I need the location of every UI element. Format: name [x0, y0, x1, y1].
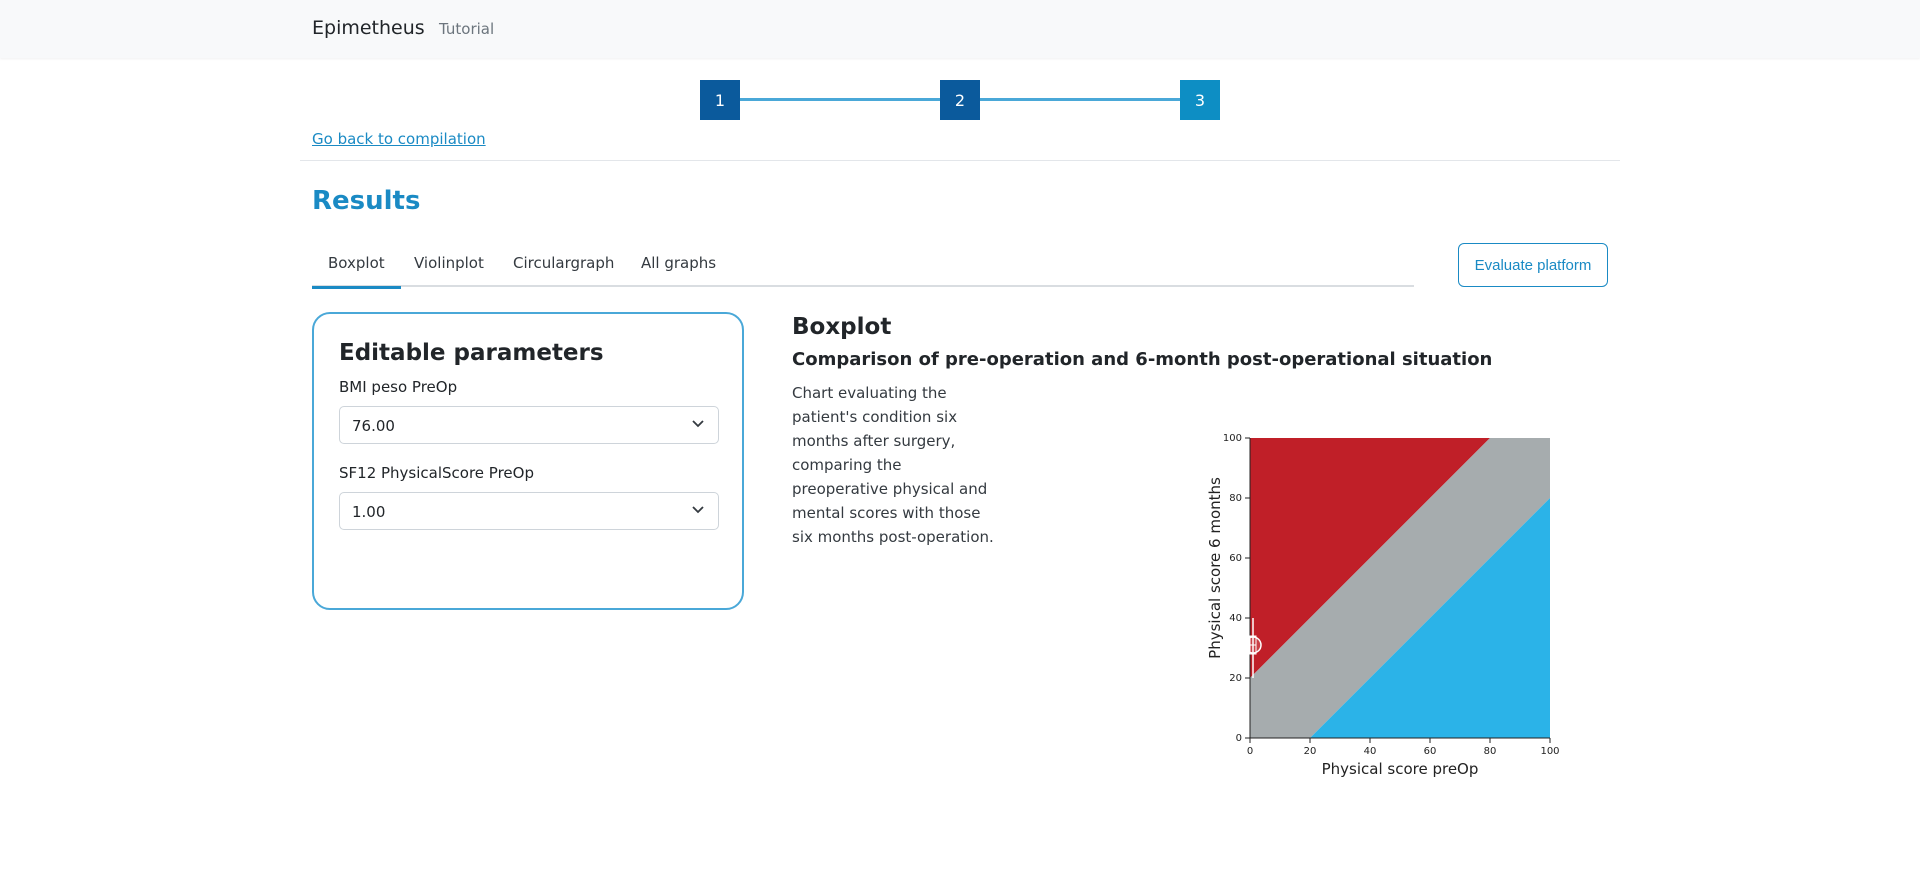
y-tick-label: 0 — [1236, 733, 1242, 744]
bmi-select[interactable]: 76.00 — [339, 406, 719, 444]
chart-subtitle: Comparison of pre-operation and 6-month … — [792, 349, 1493, 370]
x-tick-label: 20 — [1304, 746, 1317, 757]
y-tick-label: 80 — [1229, 493, 1242, 504]
chevron-down-icon — [692, 506, 704, 514]
x-tick-label: 0 — [1247, 746, 1253, 757]
x-tick-label: 40 — [1364, 746, 1377, 757]
tab-label: Circulargraph — [513, 254, 615, 272]
y-axis-label: Physical score 6 months — [1206, 477, 1224, 659]
navbar: Epimetheus Tutorial — [0, 0, 1920, 58]
x-tick-label: 60 — [1424, 746, 1437, 757]
chart-title: Boxplot — [792, 314, 892, 340]
bmi-label: BMI peso PreOp — [339, 378, 458, 396]
sf12-label: SF12 PhysicalScore PreOp — [339, 464, 534, 482]
sf12-value: 1.00 — [352, 503, 386, 521]
x-tick-label: 100 — [1540, 746, 1559, 757]
tab-all-graphs[interactable]: All graphs — [641, 254, 716, 287]
step-2[interactable]: 2 — [940, 80, 980, 120]
divider — [300, 160, 1620, 161]
tab-bar: Boxplot Violinplot Circulargraph All gra… — [312, 254, 1414, 289]
step-1[interactable]: 1 — [700, 80, 740, 120]
brand-logo[interactable]: Epimetheus — [312, 17, 425, 39]
tab-label: All graphs — [641, 254, 717, 272]
chart-description: Chart evaluating the patient's condition… — [792, 384, 994, 546]
editable-parameters-card: Editable parameters BMI peso PreOp 76.00… — [312, 312, 744, 610]
bmi-value: 76.00 — [352, 417, 395, 435]
page-title: Results — [312, 186, 421, 216]
params-title: Editable parameters — [339, 340, 604, 366]
y-tick-label: 40 — [1229, 613, 1242, 624]
y-tick-label: 20 — [1229, 673, 1242, 684]
tab-label: Violinplot — [414, 254, 484, 272]
sf12-select[interactable]: 1.00 — [339, 492, 719, 530]
evaluate-platform-button[interactable]: Evaluate platform — [1458, 243, 1608, 287]
chevron-down-icon — [692, 420, 704, 428]
tab-label: Boxplot — [328, 254, 385, 272]
step-3[interactable]: 3 — [1180, 80, 1220, 120]
tab-boxplot[interactable]: Boxplot — [312, 254, 401, 289]
y-tick-label: 100 — [1223, 433, 1242, 444]
patient-point — [1244, 636, 1262, 654]
y-tick-label: 60 — [1229, 553, 1242, 564]
x-axis-label: Physical score preOp — [1322, 760, 1479, 778]
tab-violinplot[interactable]: Violinplot — [414, 254, 484, 287]
tab-circulargraph[interactable]: Circulargraph — [513, 254, 614, 287]
boxplot-chart: 0 20 40 60 80 100 0 20 40 60 80 100 Physical score p… — [1206, 433, 1560, 778]
x-tick-label: 80 — [1484, 746, 1497, 757]
nav-tutorial-link[interactable]: Tutorial — [439, 20, 494, 38]
back-to-compilation-link[interactable]: Go back to compilation — [312, 130, 486, 148]
